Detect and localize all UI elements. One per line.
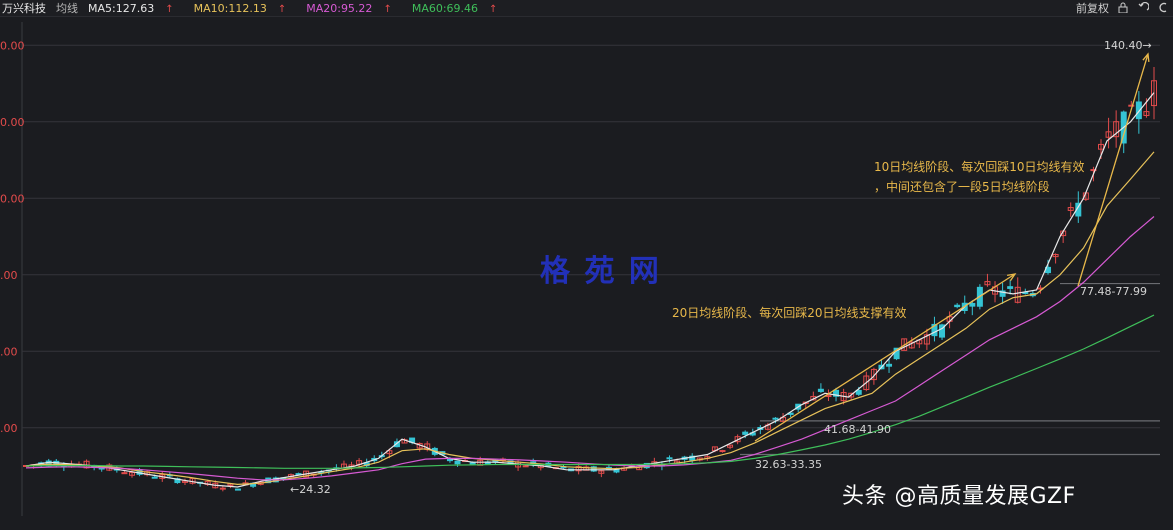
toolbar-right: 前复权: [1072, 0, 1173, 16]
ma10-indicator: MA10:112.13 ↑: [193, 1, 287, 15]
lock-icon[interactable]: [1117, 2, 1129, 14]
y-tick-label: 100.00: [0, 192, 25, 205]
y-tick-label: 60.00: [0, 345, 18, 358]
undo-icon[interactable]: [1137, 1, 1150, 14]
y-tick-label: 40.00: [0, 422, 18, 435]
ma5-indicator: MA5:127.63 ↑: [88, 1, 174, 15]
candle-body: [219, 487, 226, 490]
high-price-label: 140.40→: [1104, 39, 1152, 52]
ma20-indicator: MA20:95.22 ↑: [306, 1, 392, 15]
candle-body: [886, 363, 893, 367]
candle-body: [855, 389, 862, 395]
up-arrow-icon: ↑: [277, 3, 287, 15]
candle-body: [1007, 286, 1014, 289]
candle-body: [454, 460, 461, 465]
line-type-selector[interactable]: 均线: [56, 0, 78, 16]
candle-body: [969, 302, 976, 307]
range-label-41: 41.68-41.90: [824, 423, 891, 436]
candle-body: [121, 472, 128, 475]
adjust-mode-button[interactable]: 前复权: [1076, 0, 1109, 16]
stock-name[interactable]: 万兴科技: [2, 0, 46, 16]
candle-body: [742, 431, 749, 435]
candle-body: [772, 417, 779, 420]
candle-body: [1135, 101, 1142, 120]
range-label-77: 77.48-77.99: [1080, 285, 1147, 298]
brand-watermark: 头条 @高质量发展GZF: [842, 484, 1076, 509]
up-arrow-icon: ↑: [383, 3, 392, 15]
ma-line-ma10: [25, 151, 1155, 486]
annotation-ma20: 20日均线阶段、每次回踩20日均线支撑有效: [672, 306, 907, 320]
ma20-trend-arrow: [754, 273, 1016, 442]
up-arrow-icon: ↑: [489, 3, 498, 15]
range-label-32: 32.63-33.35: [755, 458, 822, 471]
candle-body: [522, 465, 529, 468]
y-axis-ticks: 40.00 60.00 80.00 100.00 120.00 140.00: [0, 39, 25, 435]
candle-body: [666, 457, 673, 460]
refresh-icon[interactable]: [1157, 2, 1169, 14]
candle-body: [954, 304, 961, 308]
annotation-arrows: [754, 52, 1150, 442]
candle-body: [719, 450, 726, 453]
candle-body: [151, 476, 158, 479]
y-tick-label: 120.00: [0, 116, 25, 129]
low-price-label: ←24.32: [290, 483, 331, 496]
ma10-trend-arrow: [1077, 53, 1149, 287]
ma60-indicator: MA60:69.46 ↑: [411, 1, 498, 15]
ma-line-ma60: [25, 314, 1155, 469]
annotation-ma10-line2: ，中间还包含了一段5日均线阶段: [874, 180, 1050, 194]
candle-body: [817, 388, 824, 392]
candle-body: [234, 488, 241, 491]
top-bar: 万兴科技 均线 MA5:127.63 ↑ MA10:112.13 ↑ MA20:95…: [0, 0, 1173, 17]
y-tick-label: 80.00: [0, 269, 18, 282]
up-arrow-icon: ↑: [165, 3, 174, 15]
y-tick-label: 140.00: [0, 39, 25, 52]
annotation-ma10-line1: 10日均线阶段、每次回踩10日均线有效: [874, 160, 1085, 174]
candle-body: [469, 462, 476, 465]
watermark: 格 苑 网: [540, 254, 661, 289]
